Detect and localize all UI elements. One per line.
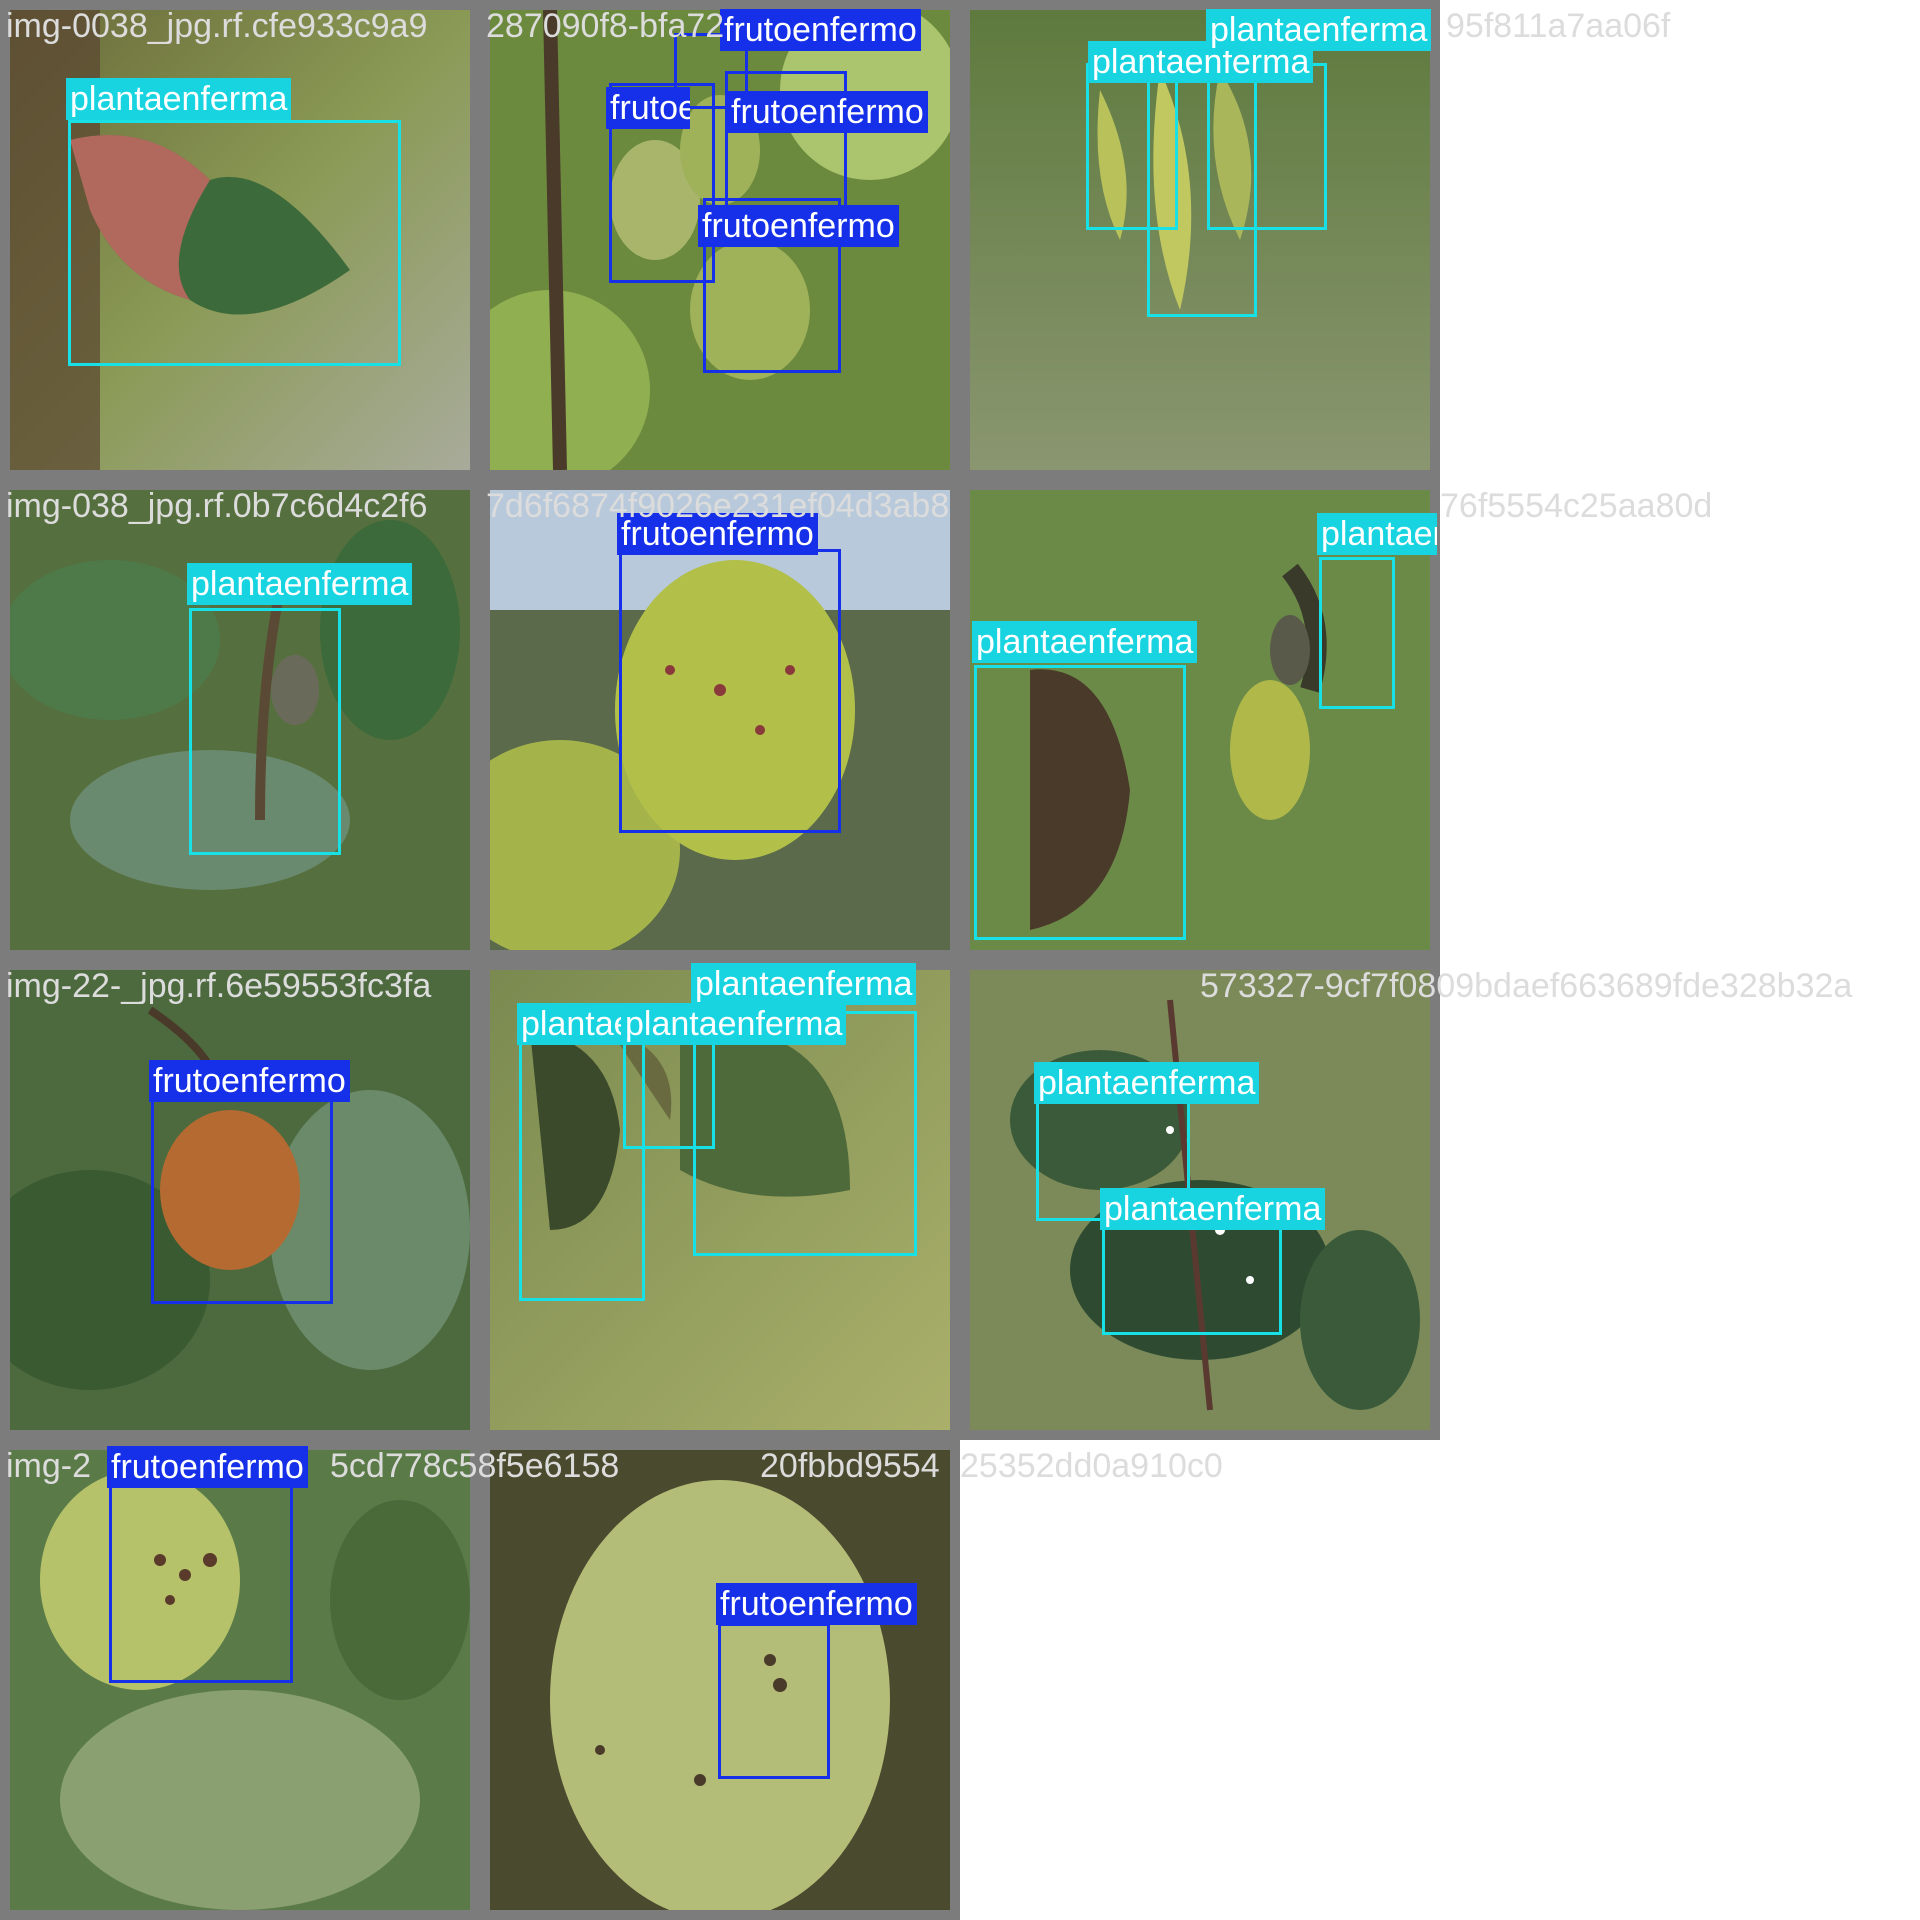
mosaic-tile-5: frutoenfermo: [480, 480, 960, 960]
class-label: frutoenfermo: [720, 9, 921, 51]
class-label: plantaenferma: [187, 563, 413, 605]
mosaic-tile-9: plantaenferma plantaenferma: [960, 960, 1440, 1440]
class-label: plantaenferma: [972, 621, 1198, 663]
class-label: plantaenferma: [1100, 1188, 1326, 1230]
class-label: plantaenferma: [621, 1003, 847, 1045]
class-label: frutoenfermo: [149, 1060, 350, 1102]
class-label: plantaenferma: [1317, 513, 1437, 555]
mosaic-tile-1: plantaenferma: [0, 0, 480, 480]
filename-label: img-0038_jpg.rf.cfe933c9a9: [6, 7, 428, 45]
detection-box: [151, 1092, 333, 1304]
detection-box: [1319, 557, 1395, 709]
mosaic-tile-6: plantaenferma plantaenferma: [960, 480, 1440, 960]
filename-label: img-22-_jpg.rf.6e59553fc3fa: [6, 967, 432, 1005]
filename-label: 76f5554c25aa80d: [1440, 487, 1713, 525]
detection-box: [1207, 63, 1327, 230]
detection-box: [718, 1623, 830, 1779]
filename-label: img-2: [6, 1447, 92, 1485]
class-label: frutoenfermo: [698, 205, 899, 247]
detection-box: [693, 1011, 917, 1256]
filename-label: 5cd778c58f5e6158: [330, 1447, 620, 1485]
filename-label: 25352dd0a910c0: [960, 1447, 1223, 1485]
mosaic-tile-4: plantaenferma: [0, 480, 480, 960]
mosaic-tile-11: frutoenfermo: [480, 1440, 960, 1920]
class-label: frutoenfermo: [606, 87, 690, 129]
filename-label: 287090f8-bfa72: [486, 7, 725, 45]
class-label: plantaenferma: [691, 963, 917, 1005]
class-label: plantaenferma: [1034, 1062, 1260, 1104]
mosaic-tile-10: frutoenfermo: [0, 1440, 480, 1920]
mosaic-tile-8: plantaenferma plantaenferma plantaenferm…: [480, 960, 960, 1440]
class-label: frutoenfermo: [727, 91, 928, 133]
class-label: plantaenferma: [66, 78, 292, 120]
mosaic-tile-2: frutoenfermo frutoenfermo frutoenfermo f…: [480, 0, 960, 480]
detection-box: [68, 120, 401, 366]
filename-label: 7d6f6874f9026e231ef04d3ab8: [486, 487, 950, 525]
filename-label: 95f811a7aa06f: [1446, 7, 1671, 45]
filename-label: 20fbbd9554: [760, 1447, 940, 1485]
filename-label: img-038_jpg.rf.0b7c6d4c2f6: [6, 487, 428, 525]
mosaic-tile-3: plantaenferma plantaenferma: [960, 0, 1440, 480]
detection-box: [189, 608, 341, 855]
detection-box: [109, 1483, 293, 1683]
class-label: frutoenfermo: [716, 1583, 917, 1625]
filename-label: 573327-9cf7f0809bdaef663689fde328b32a: [1200, 967, 1853, 1005]
mosaic-tile-7: frutoenfermo: [0, 960, 480, 1440]
class-label: plantaenferma: [1206, 9, 1432, 51]
class-label: plantaenferma: [517, 1003, 625, 1045]
detection-box: [619, 549, 841, 833]
class-label: frutoenfermo: [107, 1446, 308, 1488]
detection-box: [974, 665, 1186, 940]
